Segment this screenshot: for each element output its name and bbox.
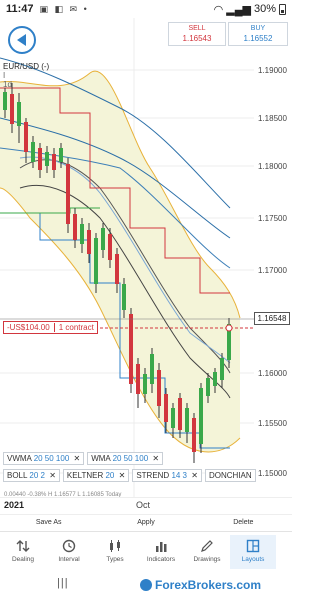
save-as-button[interactable]: Save As [0, 515, 97, 531]
notification-icons: ▣ ◧ ✉ • [39, 3, 89, 14]
watermark-text: ForexBrokers.com [155, 578, 262, 592]
nav-types[interactable]: Types [92, 535, 138, 569]
indicator-chip-wma[interactable]: WMA 20 50 100 ✕ [87, 452, 164, 465]
buy-label: BUY [250, 25, 266, 32]
chip-label: VWMA [7, 454, 32, 463]
nav-label: Types [106, 556, 124, 563]
symbol-timeframe: 1d [3, 80, 12, 89]
price-axis-label: 1.17500 [258, 214, 287, 224]
indicator-chips-row-1: VWMA 20 50 100 ✕ WMA 20 50 100 ✕ [3, 452, 295, 465]
current-price-tag: 1.16548 [254, 312, 290, 325]
chip-params: 14 3 [171, 471, 188, 480]
indicator-chips-row-2: BOLL 20 2 ✕ KELTNER 20 ✕ STREND 14 3 ✕ D… [3, 469, 295, 482]
chip-label: KELTNER [66, 471, 104, 480]
price-chart[interactable] [0, 18, 292, 498]
battery-percent: 30% [253, 3, 276, 15]
price-axis-label: 1.18000 [258, 162, 287, 172]
layout-icon [246, 539, 260, 553]
arrows-up-down-icon [16, 540, 30, 552]
bar-chart-icon [156, 542, 167, 552]
status-right: ◠ ▂▄▆ 30% [214, 3, 286, 16]
chip-params: 20 [105, 471, 115, 480]
indicator-chip-keltner[interactable]: KELTNER 20 ✕ [62, 469, 130, 482]
bottom-nav: Dealing Interval Types Indicators Drawin… [0, 535, 292, 569]
chip-params: 20 2 [29, 471, 45, 480]
indicator-chip-donchian[interactable]: DONCHIAN [204, 469, 256, 482]
chart-canvas[interactable] [0, 18, 292, 498]
sell-button[interactable]: SELL 1.16543 [168, 22, 226, 46]
system-nav-bar: ||| ForexBrokers.com [0, 570, 292, 600]
watermark-logo: ForexBrokers.com [140, 578, 261, 592]
chip-label: BOLL [7, 471, 28, 480]
position-badge[interactable]: -US$104.00 1 contract [3, 321, 98, 334]
indicator-chip-strend[interactable]: STREND 14 3 ✕ [132, 469, 202, 482]
price-axis-label: 1.16000 [258, 369, 287, 379]
time-axis-month: Oct [136, 500, 151, 510]
position-size: 1 contract [58, 323, 94, 332]
candles-icon [110, 540, 120, 552]
layout-action-bar: Save As Apply Delete [0, 514, 292, 532]
nav-interval[interactable]: Interval [46, 535, 92, 569]
buy-button[interactable]: BUY 1.16552 [228, 22, 288, 46]
remove-vwma-icon[interactable]: ✕ [74, 454, 81, 463]
apply-button[interactable]: Apply [97, 515, 194, 531]
buy-price: 1.16552 [243, 34, 273, 43]
remove-strend-icon[interactable]: ✕ [191, 471, 198, 480]
logo-mark-icon [140, 579, 152, 591]
pencil-icon [201, 540, 213, 552]
symbol-name: EUR/USD (-) [3, 62, 50, 71]
price-axis-label: 1.18500 [258, 114, 287, 124]
remove-wma-icon[interactable]: ✕ [152, 454, 159, 463]
battery-icon [279, 3, 286, 15]
sell-label: SELL [188, 25, 206, 32]
sell-price: 1.16543 [182, 34, 212, 43]
nav-dealing[interactable]: Dealing [0, 535, 46, 569]
nav-label: Indicators [146, 556, 176, 563]
nav-label: Interval [58, 556, 80, 563]
price-axis-label: 1.19000 [258, 66, 287, 76]
chip-label: WMA [91, 454, 111, 463]
delete-button[interactable]: Delete [195, 515, 292, 531]
nav-label: Dealing [11, 556, 35, 563]
indicator-chip-boll[interactable]: BOLL 20 2 ✕ [3, 469, 60, 482]
price-axis-label: 1.17000 [258, 266, 287, 276]
chip-label: DONCHIAN [208, 471, 252, 480]
price-axis-label: 1.15500 [258, 419, 287, 429]
wifi-icon: ◠ [213, 3, 224, 16]
indicator-chip-vwma[interactable]: VWMA 20 50 100 ✕ [3, 452, 85, 465]
nav-drawings[interactable]: Drawings [184, 535, 230, 569]
position-pnl: -US$104.00 [7, 323, 50, 332]
chip-label: STREND [136, 471, 170, 480]
remove-boll-icon[interactable]: ✕ [49, 471, 56, 480]
recents-icon[interactable]: ||| [57, 577, 69, 589]
symbol-line2: I [3, 71, 6, 80]
back-arrow-icon [16, 34, 26, 46]
nav-label: Layouts [241, 556, 265, 563]
chip-params: 20 50 100 [33, 454, 70, 463]
status-time: 11:47 [6, 3, 34, 15]
remove-keltner-icon[interactable]: ✕ [119, 471, 126, 480]
nav-layouts[interactable]: Layouts [230, 535, 276, 569]
badge-separator [53, 323, 55, 332]
back-button[interactable] [8, 26, 36, 54]
chip-params: 20 50 100 [112, 454, 149, 463]
symbol-label: EUR/USD (-) I 1d [3, 62, 49, 89]
time-axis-year: 2021 [4, 500, 25, 510]
nav-label: Drawings [193, 556, 221, 563]
clock-icon [62, 539, 76, 553]
signal-icon: ▂▄▆ [226, 3, 251, 16]
nav-indicators[interactable]: Indicators [138, 535, 184, 569]
current-price-marker [225, 324, 233, 332]
time-axis: 2021 Oct [0, 497, 292, 511]
status-bar: 11:47 ▣ ◧ ✉ • ◠ ▂▄▆ 30% [0, 0, 292, 18]
